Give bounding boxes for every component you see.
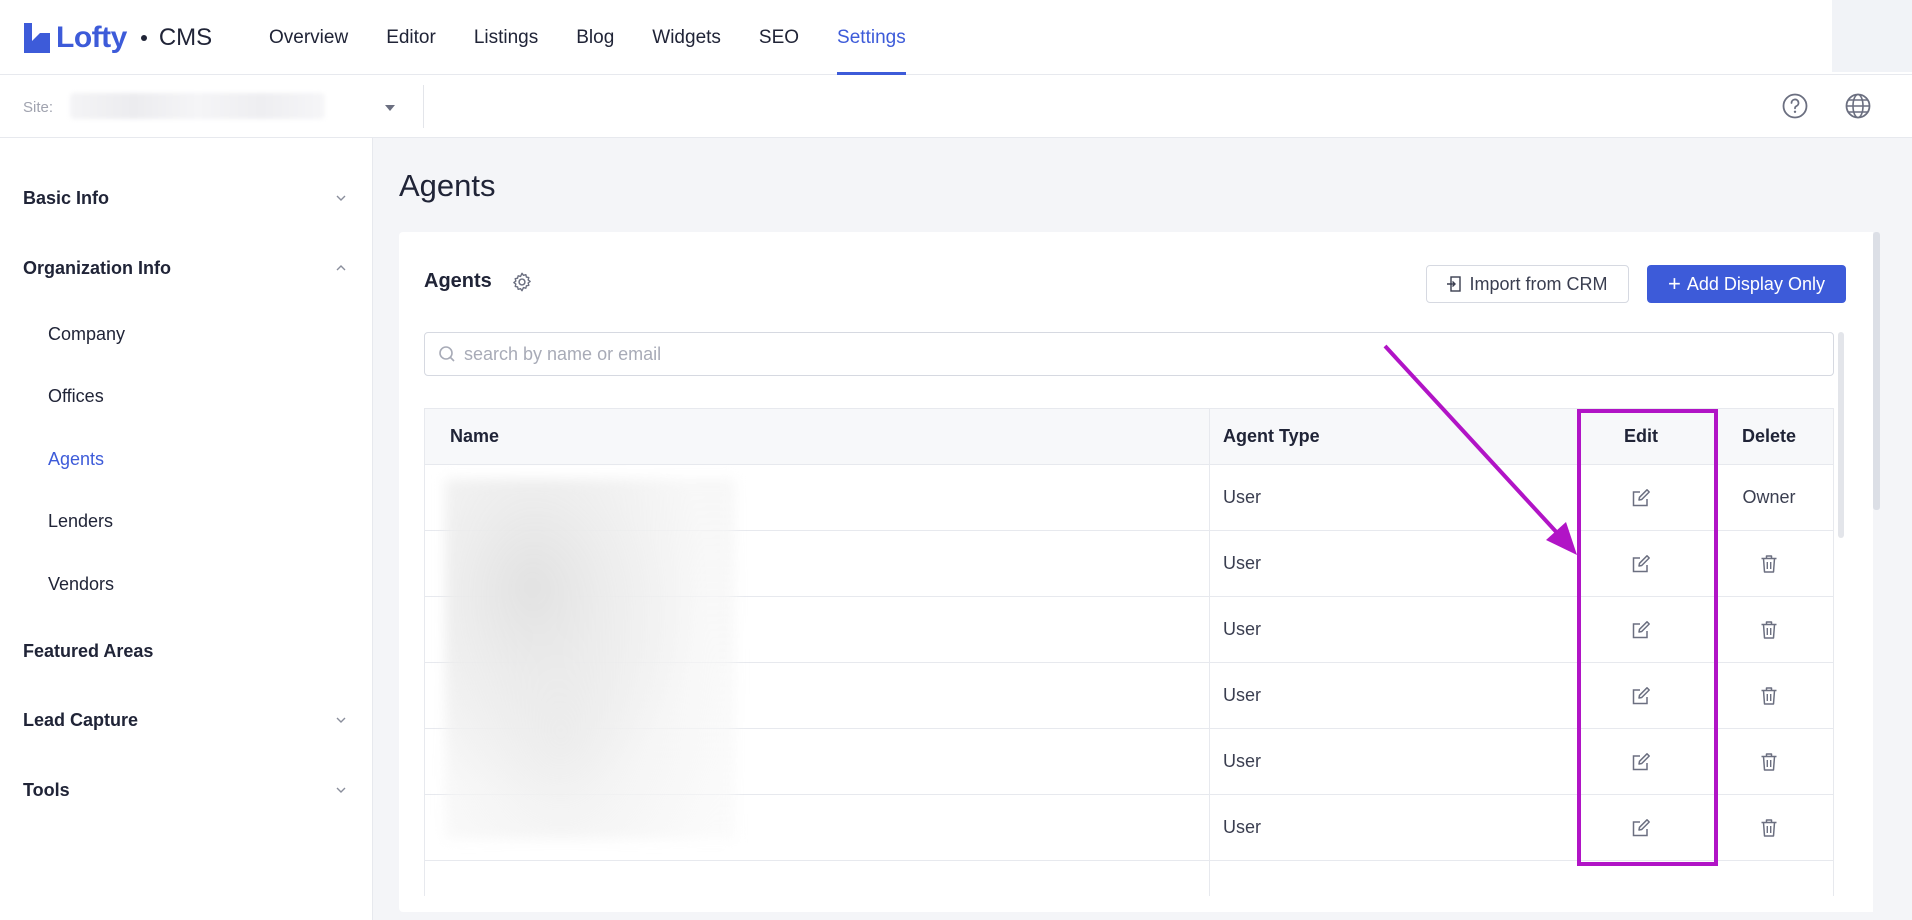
agent-type-cell [1209,861,1579,896]
brand-separator-dot [140,35,147,41]
globe-icon[interactable] [1843,91,1873,121]
site-selector[interactable] [70,93,325,119]
edit-cell [1579,531,1703,596]
nav-blog[interactable]: Blog [576,0,614,75]
nav-settings[interactable]: Settings [837,0,906,75]
agents-table: Name Agent Type Edit Delete User Owner Use… [424,408,1834,896]
lofty-logo-icon [24,23,50,53]
table-scrollbar[interactable] [1838,332,1844,538]
divider [423,85,424,128]
delete-cell [1703,729,1833,794]
delete-cell [1703,663,1833,728]
table-row-partial [425,861,1833,896]
card-title: Agents [424,270,492,292]
main-nav: Overview Editor Listings Blog Widgets SE… [269,0,944,75]
trash-icon[interactable] [1758,619,1780,641]
nav-seo[interactable]: SEO [759,0,799,75]
agent-type-cell: User [1209,597,1579,662]
import-from-crm-button[interactable]: Import from CRM [1426,265,1629,303]
sidebar-item-offices[interactable]: Offices [48,386,104,407]
trash-icon[interactable] [1758,751,1780,773]
user-avatar[interactable] [1832,0,1912,72]
sidebar-item-vendors[interactable]: Vendors [48,574,114,595]
search-box [424,332,1834,376]
nav-editor[interactable]: Editor [386,0,436,75]
chevron-down-icon [336,195,346,201]
nav-listings[interactable]: Listings [474,0,538,75]
sidebar-item-agents[interactable]: Agents [48,449,104,470]
chevron-down-icon [336,787,346,793]
sidebar-group-label: Tools [23,779,70,800]
agent-type-cell: User [1209,729,1579,794]
table-header: Name Agent Type Edit Delete [425,409,1833,465]
sidebar-group-label: Lead Capture [23,709,139,730]
column-header-edit: Edit [1624,426,1658,446]
edit-cell [1579,597,1703,662]
edit-icon[interactable] [1630,817,1652,839]
site-toolbar: Site: [0,75,1912,138]
edit-icon[interactable] [1630,619,1652,641]
chevron-down-icon [336,717,346,723]
sidebar-group-featured-areas[interactable]: Featured Areas [23,636,348,666]
card-scrollbar-thumb[interactable] [1873,232,1880,510]
agent-name-cell[interactable] [425,861,1209,896]
agent-type-cell: User [1209,663,1579,728]
search-input[interactable] [464,343,1824,365]
edit-icon[interactable] [1630,487,1652,509]
sidebar-group-label: Basic Info [23,187,110,208]
redacted-names [445,479,735,839]
agents-card: Agents Import from CRM + Add Display Onl… [399,232,1880,912]
agent-type-cell: User [1209,531,1579,596]
search-icon [439,346,455,362]
nav-overview[interactable]: Overview [269,0,348,75]
sidebar-group-label: Featured Areas [23,640,154,661]
help-icon[interactable] [1780,91,1810,121]
brand-product: CMS [158,24,213,51]
import-icon [1447,276,1462,292]
caret-down-icon[interactable] [385,105,395,111]
settings-sidebar: Basic Info Organization Info Company Off… [0,138,373,920]
sidebar-item-company[interactable]: Company [48,324,125,345]
column-header-name[interactable]: Name [425,409,1209,464]
delete-cell [1703,597,1833,662]
edit-cell [1579,663,1703,728]
trash-icon[interactable] [1758,817,1780,839]
sidebar-group-organization-info[interactable]: Organization Info [23,253,348,283]
gear-icon[interactable] [511,271,533,293]
trash-icon[interactable] [1758,553,1780,575]
plus-icon: + [1668,271,1681,296]
site-label: Site: [23,99,54,116]
sidebar-group-lead-capture[interactable]: Lead Capture [23,705,348,735]
edit-cell [1579,729,1703,794]
edit-cell [1579,465,1703,530]
trash-icon[interactable] [1758,685,1780,707]
add-display-only-button[interactable]: + Add Display Only [1647,265,1846,303]
add-label: Add Display Only [1686,273,1825,294]
sidebar-group-label: Organization Info [23,257,171,278]
brand-logo[interactable]: Lofty CMS [22,18,212,58]
delete-cell [1703,531,1833,596]
sidebar-group-basic-info[interactable]: Basic Info [23,183,348,213]
sidebar-group-tools[interactable]: Tools [23,775,348,805]
import-label: Import from CRM [1469,273,1608,294]
edit-icon[interactable] [1630,553,1652,575]
brand-name: Lofty [56,21,127,54]
delete-cell: Owner [1703,465,1833,530]
sidebar-item-lenders[interactable]: Lenders [48,511,113,532]
edit-cell [1579,795,1703,860]
chevron-up-icon [336,265,346,271]
column-header-agent-type[interactable]: Agent Type [1209,409,1579,464]
delete-cell [1703,795,1833,860]
top-navbar: Lofty CMS Overview Editor Listings Blog … [0,0,1912,75]
page-title: Agents [399,168,496,203]
edit-icon[interactable] [1630,751,1652,773]
column-header-delete: Delete [1741,426,1797,446]
owner-label: Owner [1742,487,1796,507]
agent-type-cell: User [1209,795,1579,860]
nav-widgets[interactable]: Widgets [652,0,721,75]
edit-icon[interactable] [1630,685,1652,707]
agent-type-cell: User [1209,465,1579,530]
